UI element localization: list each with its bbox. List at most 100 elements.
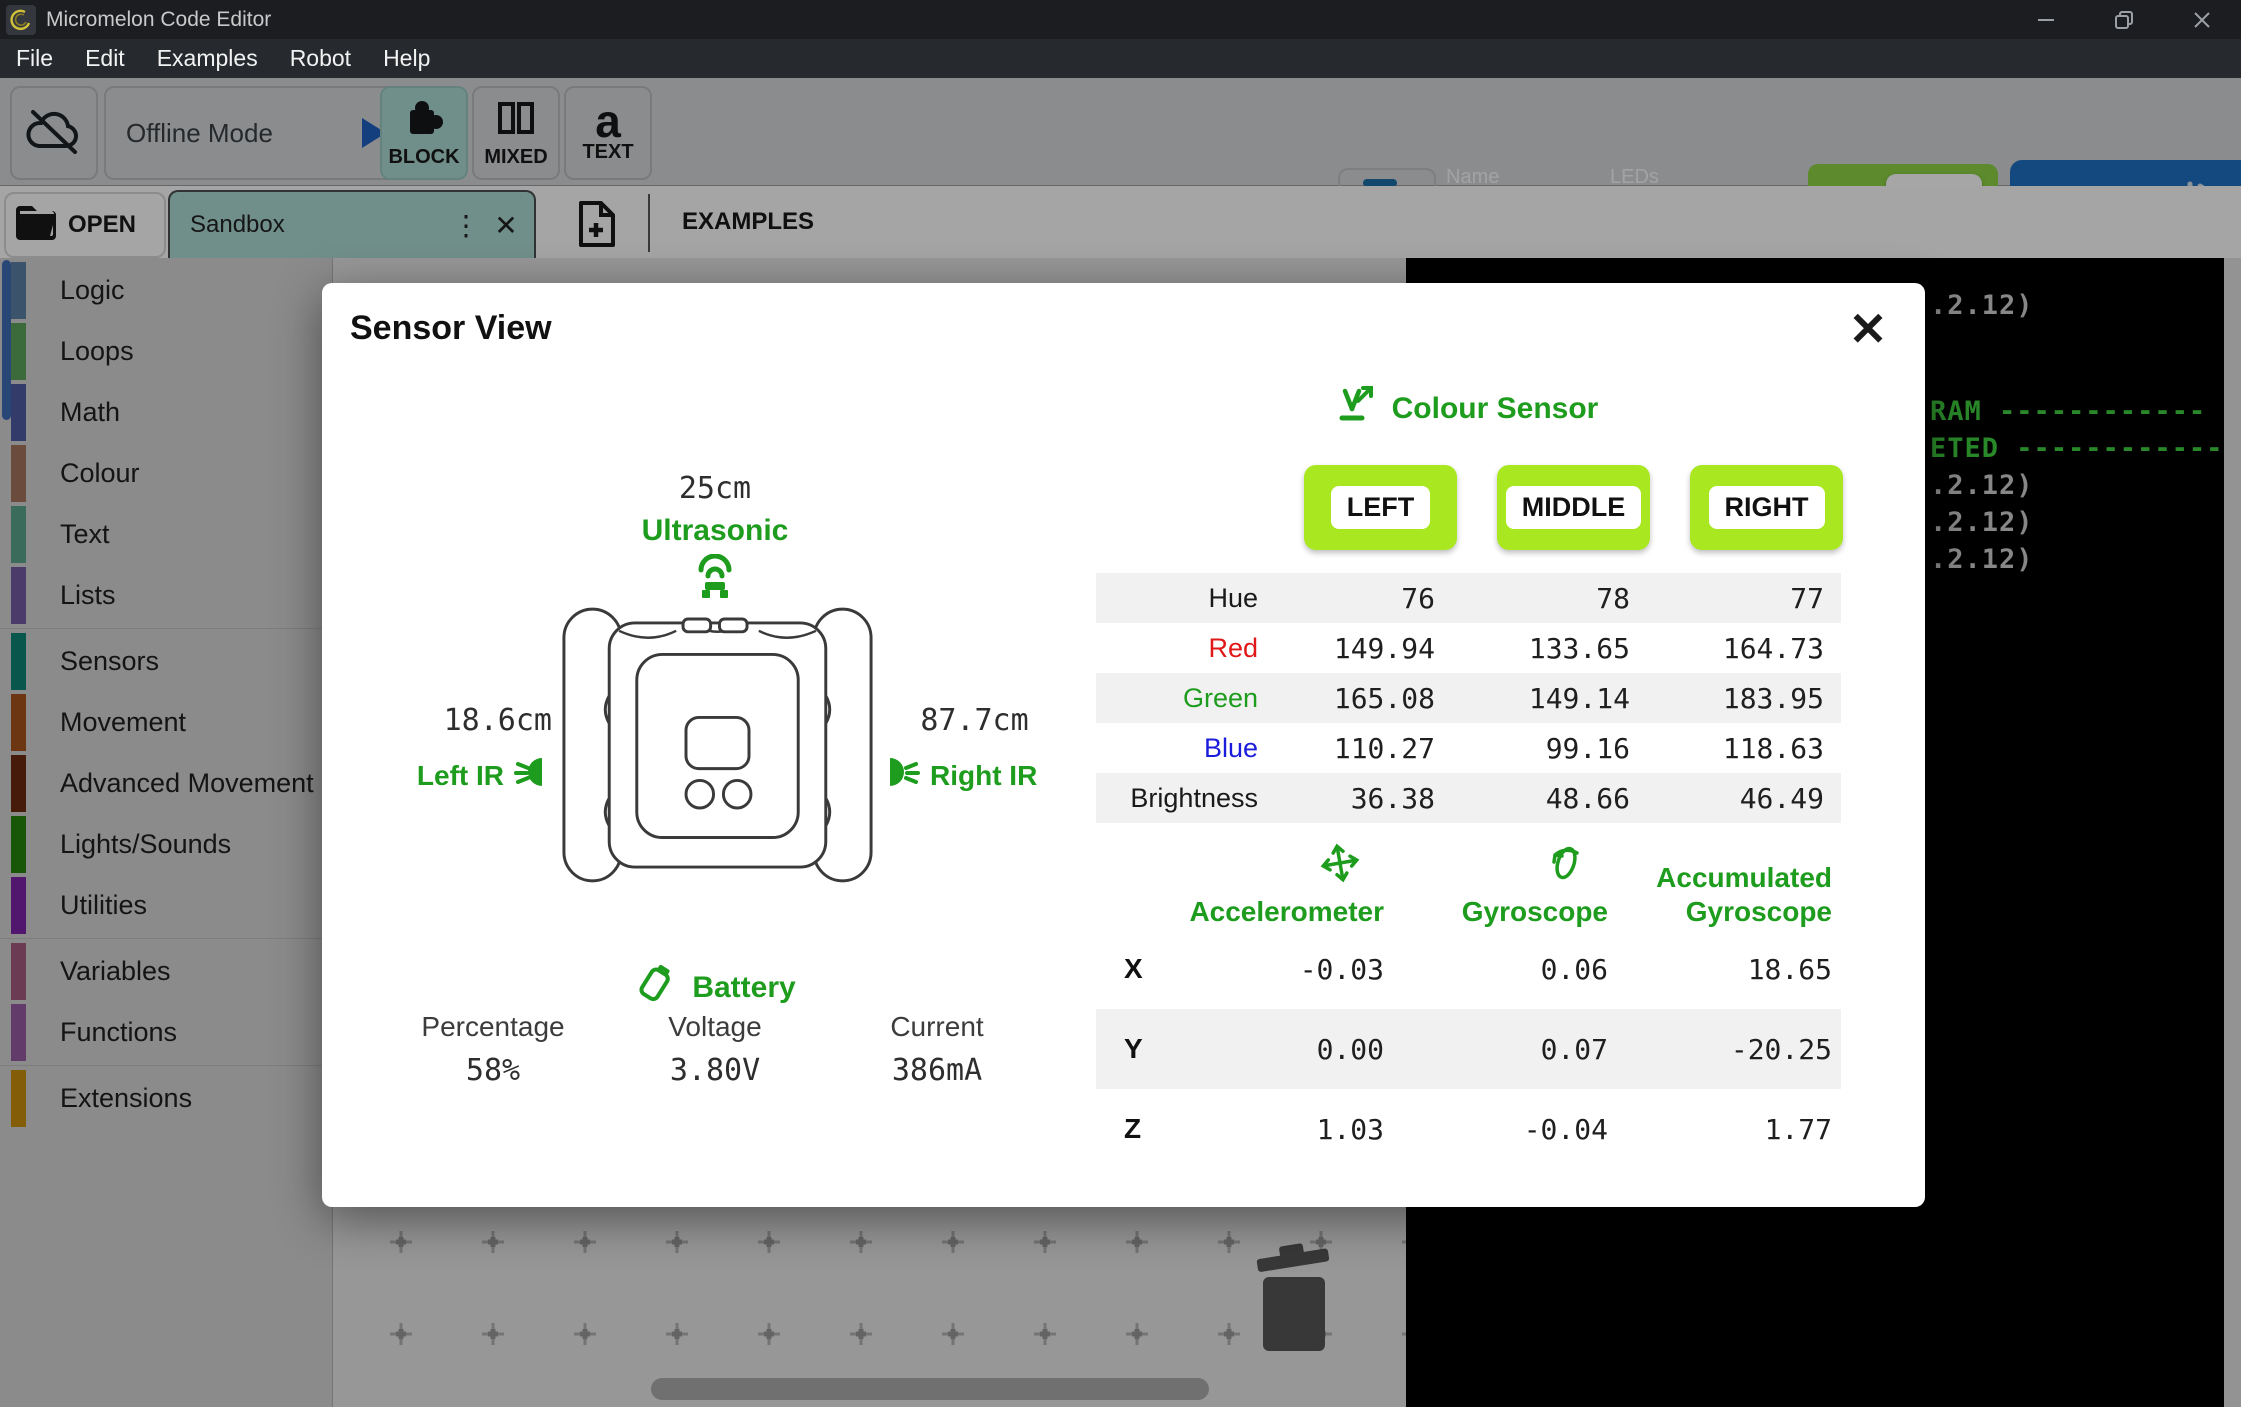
- cell-value: 118.63: [1630, 732, 1824, 765]
- cell-value: -0.04: [1384, 1113, 1608, 1146]
- colour-swatch-middle[interactable]: MIDDLE: [1497, 465, 1650, 550]
- accelerometer-label: Accelerometer: [1189, 895, 1384, 929]
- cell-value: 133.65: [1435, 632, 1630, 665]
- table-row-green: Green 165.08 149.14 183.95: [1096, 673, 1841, 723]
- gyroscope-icon: [1546, 843, 1584, 891]
- ultrasonic-label: Ultrasonic: [565, 514, 865, 548]
- cell-value: 110.27: [1258, 732, 1435, 765]
- ultrasonic-value: 25cm: [565, 471, 865, 506]
- battery-col-label: Current: [826, 1011, 1048, 1043]
- colour-sensor-header: Colour Sensor: [1252, 385, 1682, 433]
- row-label: Y: [1096, 1033, 1234, 1065]
- minimize-button[interactable]: [2007, 0, 2085, 39]
- row-label: X: [1096, 953, 1234, 985]
- app-window: Micromelon Code Editor File Edit Example…: [0, 0, 2241, 1407]
- accumulated-label-line2: Gyroscope: [1686, 895, 1832, 929]
- cell-value: 164.73: [1630, 632, 1824, 665]
- battery-col-value: 386mA: [826, 1053, 1048, 1088]
- motion-table: X -0.03 0.06 18.65 Y 0.00 0.07 -20.25 Z …: [1096, 929, 1841, 1169]
- menu-robot[interactable]: Robot: [274, 39, 367, 78]
- table-row-red: Red 149.94 133.65 164.73: [1096, 623, 1841, 673]
- app-logo-melon-icon: [6, 5, 36, 35]
- cell-value: 18.65: [1608, 953, 1832, 986]
- ultrasonic-icon: [565, 554, 865, 605]
- close-window-button[interactable]: [2163, 0, 2241, 39]
- cell-value: 0.07: [1384, 1033, 1608, 1066]
- robot-top-view-diagram: [560, 601, 875, 894]
- cell-value: 1.03: [1234, 1113, 1384, 1146]
- table-row-hue: Hue 76 78 77: [1096, 573, 1841, 623]
- left-ir-icon: [514, 752, 552, 799]
- right-ir-block: 87.7cm Right IR: [882, 703, 1112, 799]
- row-label: Hue: [1096, 583, 1258, 614]
- battery-voltage-col: Voltage 3.80V: [604, 1011, 826, 1088]
- colour-swatch-label: MIDDLE: [1506, 486, 1642, 529]
- colour-swatch-label: LEFT: [1331, 486, 1431, 529]
- table-row-x: X -0.03 0.06 18.65: [1096, 929, 1841, 1009]
- cell-value: 0.06: [1384, 953, 1608, 986]
- row-label: Green: [1096, 683, 1258, 714]
- right-ir-icon: [882, 752, 920, 799]
- table-row-y: Y 0.00 0.07 -20.25: [1096, 1009, 1841, 1089]
- title-bar: Micromelon Code Editor: [0, 0, 2241, 39]
- table-row-brightness: Brightness 36.38 48.66 46.49: [1096, 773, 1841, 823]
- cell-value: 46.49: [1630, 782, 1824, 815]
- gyroscope-label: Gyroscope: [1462, 895, 1608, 929]
- right-ir-label: Right IR: [930, 760, 1037, 792]
- cell-value: 78: [1435, 582, 1630, 615]
- cell-value: 77: [1630, 582, 1824, 615]
- battery-col-label: Percentage: [382, 1011, 604, 1043]
- cell-value: 0.00: [1234, 1033, 1384, 1066]
- cell-value: 76: [1258, 582, 1435, 615]
- menu-examples[interactable]: Examples: [141, 39, 274, 78]
- window-title: Micromelon Code Editor: [46, 8, 271, 32]
- battery-col-value: 58%: [382, 1053, 604, 1088]
- left-ir-block: 18.6cm Left IR: [322, 703, 552, 799]
- right-ir-value: 87.7cm: [882, 703, 1067, 738]
- cell-value: 36.38: [1258, 782, 1435, 815]
- menu-edit[interactable]: Edit: [69, 39, 141, 78]
- row-label: Brightness: [1096, 783, 1258, 814]
- battery-percentage-col: Percentage 58%: [382, 1011, 604, 1088]
- table-row-z: Z 1.03 -0.04 1.77: [1096, 1089, 1841, 1169]
- gyroscope-header: Gyroscope: [1384, 843, 1608, 929]
- accumulated-label-line1: Accumulated: [1656, 861, 1832, 895]
- sensor-view-modal: Sensor View ✕ 25cm Ultrasonic: [322, 283, 1925, 1207]
- battery-columns: Percentage 58% Voltage 3.80V Current 386…: [382, 1011, 1048, 1088]
- cell-value: -0.03: [1234, 953, 1384, 986]
- cell-value: 165.08: [1258, 682, 1435, 715]
- battery-col-label: Voltage: [604, 1011, 826, 1043]
- battery-col-value: 3.80V: [604, 1053, 826, 1088]
- motion-table-header: Accelerometer Gyroscope Accumulated Gyro…: [1096, 843, 1832, 929]
- battery-header: Battery: [565, 961, 865, 1015]
- menu-help[interactable]: Help: [367, 39, 446, 78]
- battery-icon: [634, 961, 678, 1015]
- restore-button[interactable]: [2085, 0, 2163, 39]
- row-label: Red: [1096, 633, 1258, 664]
- ultrasonic-block: 25cm Ultrasonic: [565, 471, 865, 605]
- table-row-blue: Blue 110.27 99.16 118.63: [1096, 723, 1841, 773]
- row-label: Z: [1096, 1113, 1234, 1145]
- accelerometer-icon: [1320, 843, 1360, 891]
- battery-current-col: Current 386mA: [826, 1011, 1048, 1088]
- left-ir-value: 18.6cm: [322, 703, 552, 738]
- colour-sensor-table: Hue 76 78 77 Red 149.94 133.65 164.73 Gr…: [1096, 573, 1841, 823]
- modal-title: Sensor View: [350, 309, 552, 348]
- cell-value: 48.66: [1435, 782, 1630, 815]
- row-label: Blue: [1096, 733, 1258, 764]
- colour-sensor-label: Colour Sensor: [1392, 392, 1599, 426]
- colour-sensor-icon: [1336, 385, 1376, 433]
- colour-swatch-left[interactable]: LEFT: [1304, 465, 1457, 550]
- left-ir-label: Left IR: [417, 760, 504, 792]
- cell-value: 183.95: [1630, 682, 1824, 715]
- accelerometer-header: Accelerometer: [1096, 843, 1384, 929]
- menu-bar: File Edit Examples Robot Help: [0, 39, 2241, 78]
- colour-swatch-right[interactable]: RIGHT: [1690, 465, 1843, 550]
- cell-value: 149.94: [1258, 632, 1435, 665]
- cell-value: -20.25: [1608, 1033, 1832, 1066]
- cell-value: 1.77: [1608, 1113, 1832, 1146]
- modal-close-button[interactable]: ✕: [1840, 301, 1896, 357]
- accumulated-gyroscope-header: Accumulated Gyroscope: [1608, 861, 1832, 929]
- menu-file[interactable]: File: [0, 39, 69, 78]
- colour-swatch-label: RIGHT: [1709, 486, 1825, 529]
